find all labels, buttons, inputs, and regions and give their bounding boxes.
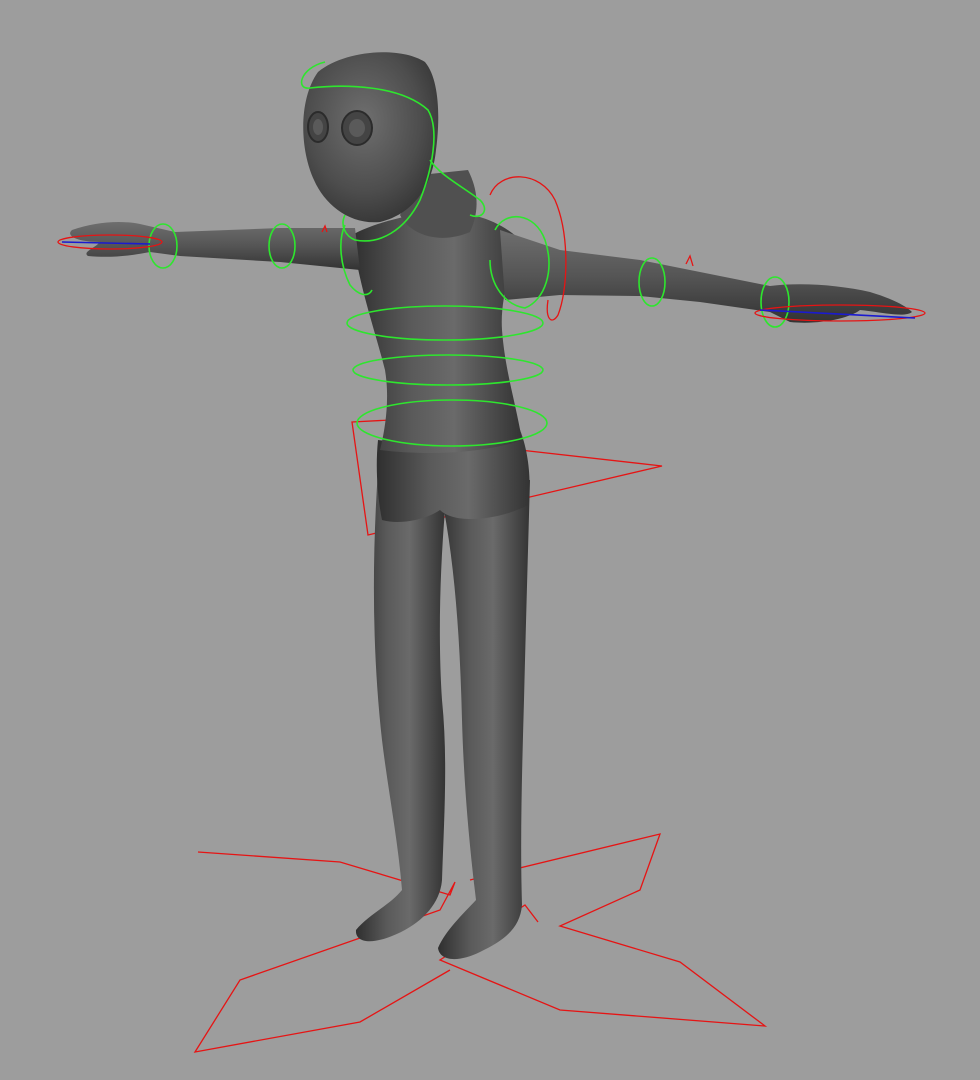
3d-viewport[interactable] bbox=[0, 0, 980, 1080]
character-torso bbox=[352, 210, 522, 453]
character-head bbox=[303, 52, 439, 223]
elbow-pole-vector-right[interactable] bbox=[685, 254, 694, 267]
character-arm-right bbox=[500, 230, 912, 323]
character-legs bbox=[355, 470, 530, 960]
character-arm-left bbox=[70, 222, 361, 270]
viewport-scene[interactable] bbox=[0, 0, 980, 1080]
